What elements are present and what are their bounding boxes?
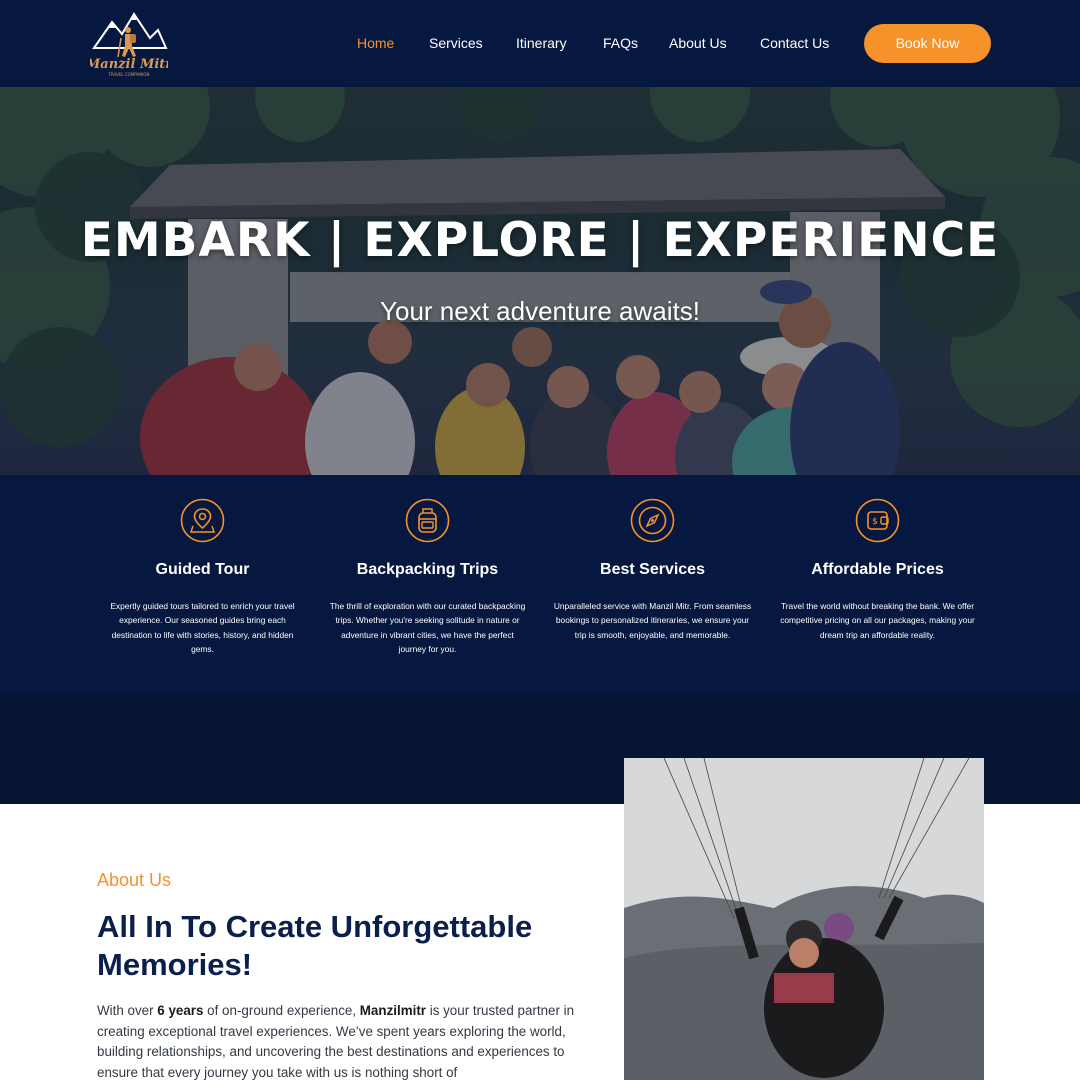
- hero-subtitle: Your next adventure awaits!: [380, 296, 700, 326]
- about-text-part: With over: [97, 1003, 158, 1018]
- feature-description: Expertly guided tours tailored to enrich…: [110, 601, 295, 654]
- wallet-icon: $: [855, 498, 900, 543]
- feature-guided-tour: Guided Tour Expertly guided tours tailor…: [90, 475, 315, 694]
- about-paragraph: With over 6 years of on-ground experienc…: [97, 1001, 597, 1080]
- nav-faqs[interactable]: FAQs: [603, 34, 638, 52]
- main-nav: Home Services Itinerary FAQs About Us Co…: [0, 0, 1080, 87]
- brand-highlight: Manzilmitr: [359, 1003, 426, 1018]
- feature-title: Best Services: [600, 561, 705, 578]
- nav-about-us[interactable]: About Us: [669, 34, 727, 52]
- paragliding-photo: [624, 758, 984, 1080]
- backpack-icon: [405, 498, 450, 543]
- hero-title: EMBARK | EXPLORE | EXPERIENCE: [80, 213, 1000, 268]
- nav-contact-us[interactable]: Contact Us: [760, 34, 829, 52]
- about-section-label: About Us: [97, 870, 172, 890]
- book-now-button[interactable]: Book Now: [864, 24, 991, 63]
- feature-best-services: Best Services Unparalleled service with …: [540, 475, 765, 694]
- svg-text:$: $: [872, 517, 878, 527]
- feature-description: Travel the world without breaking the ba…: [780, 601, 975, 640]
- feature-title: Guided Tour: [155, 561, 250, 578]
- hero-overlay: [0, 87, 1080, 475]
- feature-description: Unparalleled service with Manzil Mitr. F…: [553, 601, 752, 640]
- years-highlight: 6 years: [157, 1003, 204, 1018]
- hero-banner: EMBARK | EXPLORE | EXPERIENCE Your next …: [0, 87, 1080, 475]
- nav-itinerary[interactable]: Itinerary: [516, 34, 567, 52]
- feature-title: Affordable Prices: [811, 561, 944, 578]
- feature-description: The thrill of exploration with our curat…: [329, 601, 526, 654]
- feature-backpacking-trips: Backpacking Trips The thrill of explorat…: [315, 475, 540, 694]
- nav-services[interactable]: Services: [429, 34, 483, 52]
- site-header: Manzil Mitr TRAVEL COMPANION Home Servic…: [0, 0, 1080, 87]
- about-heading: All In To Create Unforgettable Memories!: [97, 909, 533, 982]
- features-section: Guided Tour Expertly guided tours tailor…: [0, 475, 1080, 694]
- nav-home[interactable]: Home: [357, 34, 394, 52]
- feature-affordable-prices: $ Affordable Prices Travel the world wit…: [765, 475, 990, 694]
- map-pin-icon: [180, 498, 225, 543]
- about-text-part: of on-ground experience,: [203, 1003, 360, 1018]
- feature-title: Backpacking Trips: [356, 561, 499, 578]
- compass-icon: [630, 498, 675, 543]
